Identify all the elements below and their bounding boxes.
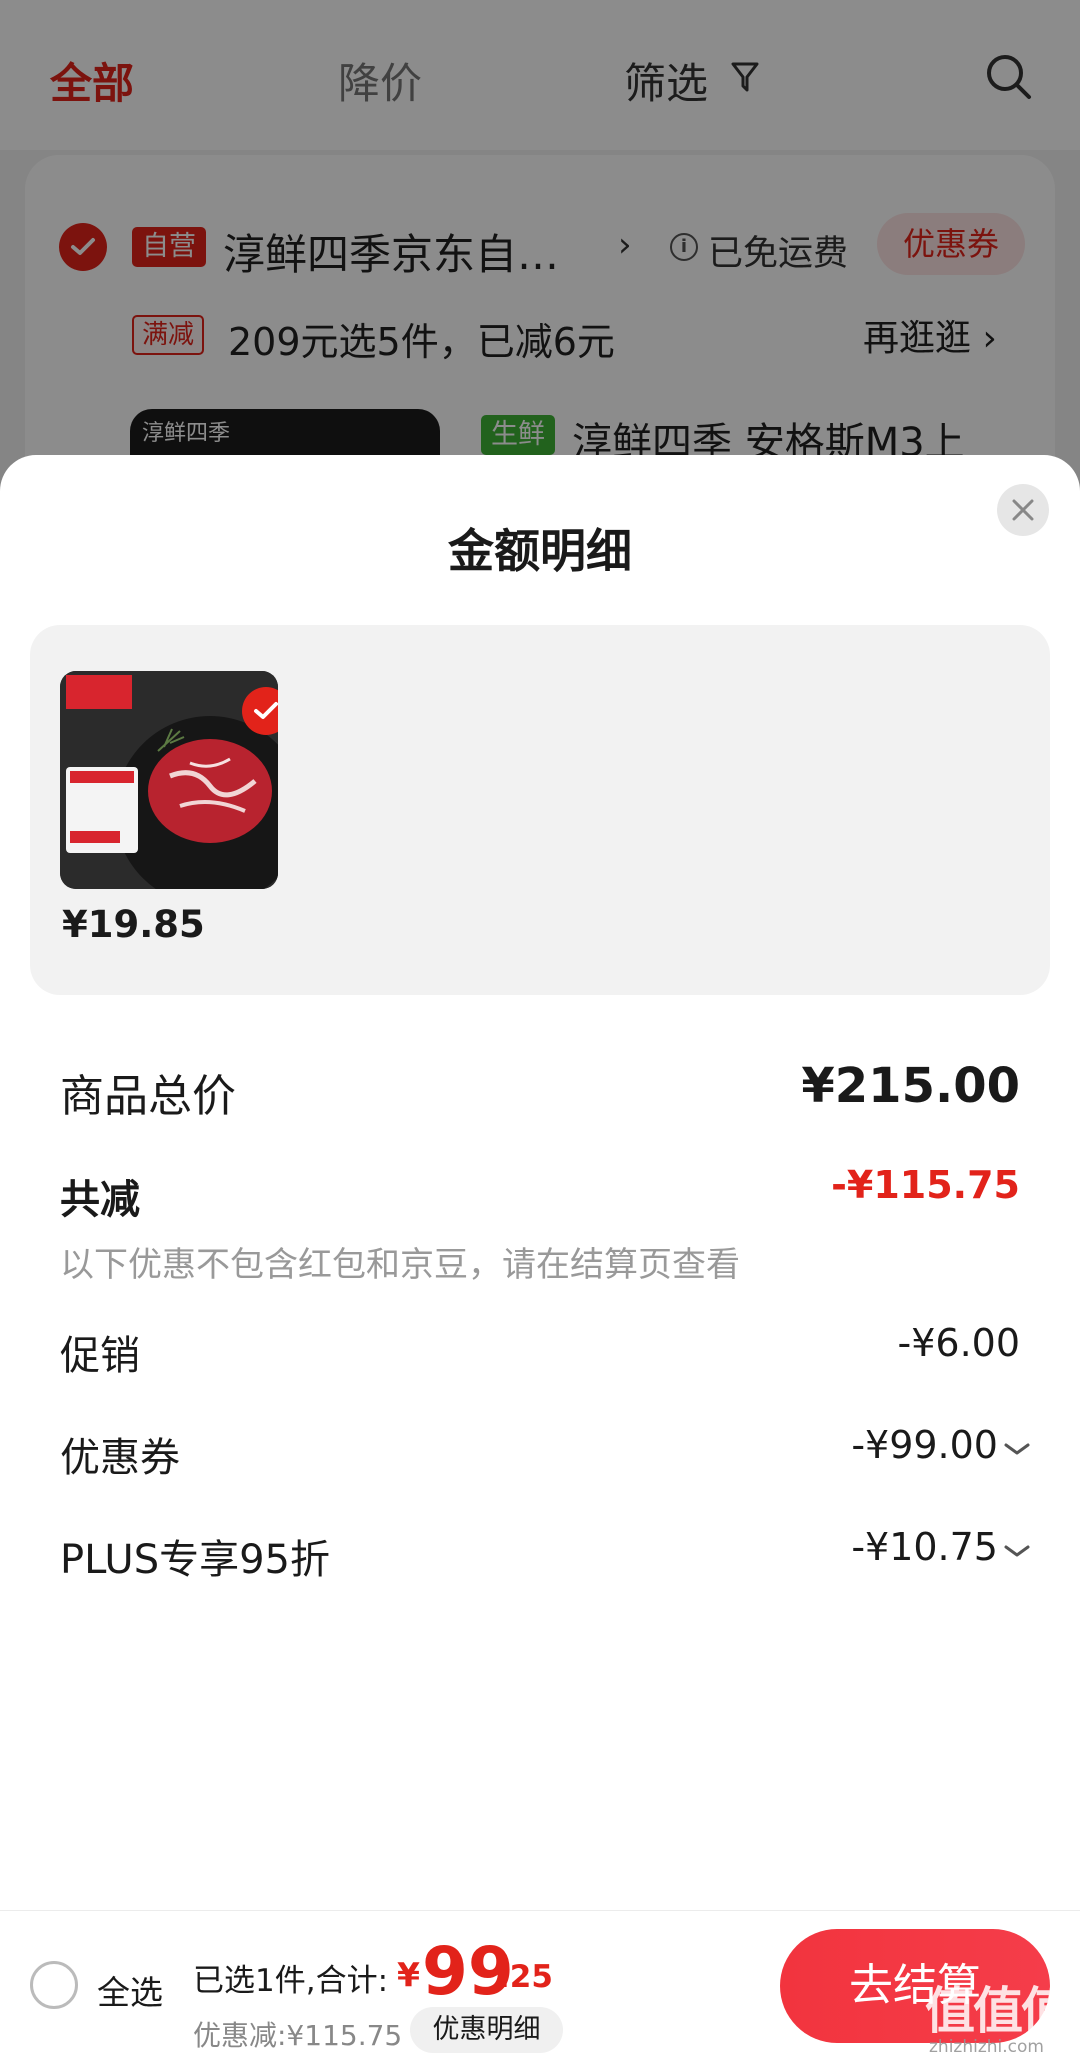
checkout-bar: 全选 已选1件,合计: ¥ 99 .25 优惠减:¥115.75 优惠明细 去结… (0, 1910, 1080, 2060)
check-icon (254, 702, 278, 719)
discount-detail-button[interactable]: 优惠明细 (410, 2007, 563, 2053)
discount-note: 以下优惠不包含红包和京豆，请在结算页查看 (60, 1245, 740, 1285)
goods-total-label: 商品总价 (60, 1071, 236, 1122)
sheet-title: 金额明细 (448, 524, 632, 578)
item-price: ¥19.85 (62, 903, 205, 946)
checkout-button[interactable]: 去结算 (780, 1929, 1050, 2043)
plus-discount-label[interactable]: PLUS专享95折 (60, 1527, 330, 1585)
close-button[interactable] (997, 484, 1049, 536)
total-reduction-value: -¥115.75 (831, 1163, 1020, 1207)
select-all-checkbox[interactable] (30, 1961, 78, 2009)
cart-page: 全部 降价 筛选 自营 淳鲜四季京东自… › i 已免运费 优惠券 满减 209… (0, 0, 1080, 2060)
selected-items-panel: ¥19.85 (30, 625, 1050, 995)
coupon-label[interactable]: 优惠券 (60, 1425, 180, 1483)
goods-total-value: ¥215.00 (801, 1058, 1020, 1114)
chevron-down-icon[interactable] (1002, 1542, 1032, 1560)
total-amount-decimal: .25 (498, 1959, 553, 1995)
selected-summary: 已选1件,合计: (193, 1963, 389, 1999)
promotion-value: -¥6.00 (897, 1321, 1021, 1365)
coupon-value[interactable]: -¥99.00 (851, 1423, 998, 1467)
select-all-label[interactable]: 全选 (97, 1966, 163, 2014)
plus-discount-value[interactable]: -¥10.75 (851, 1525, 998, 1569)
chevron-down-icon[interactable] (1002, 1440, 1032, 1458)
total-currency: ¥ (397, 1955, 420, 1994)
promotion-label: 促销 (60, 1333, 140, 1379)
product-image[interactable] (60, 671, 278, 889)
discount-summary: 优惠减:¥115.75 (193, 2019, 403, 2052)
amount-detail-sheet: 金额明细 ¥19.85 商品总价 ¥215.00 共减 -¥115.75 以下优… (0, 455, 1080, 2060)
close-icon (1012, 499, 1034, 521)
total-reduction-label: 共减 (60, 1177, 140, 1223)
